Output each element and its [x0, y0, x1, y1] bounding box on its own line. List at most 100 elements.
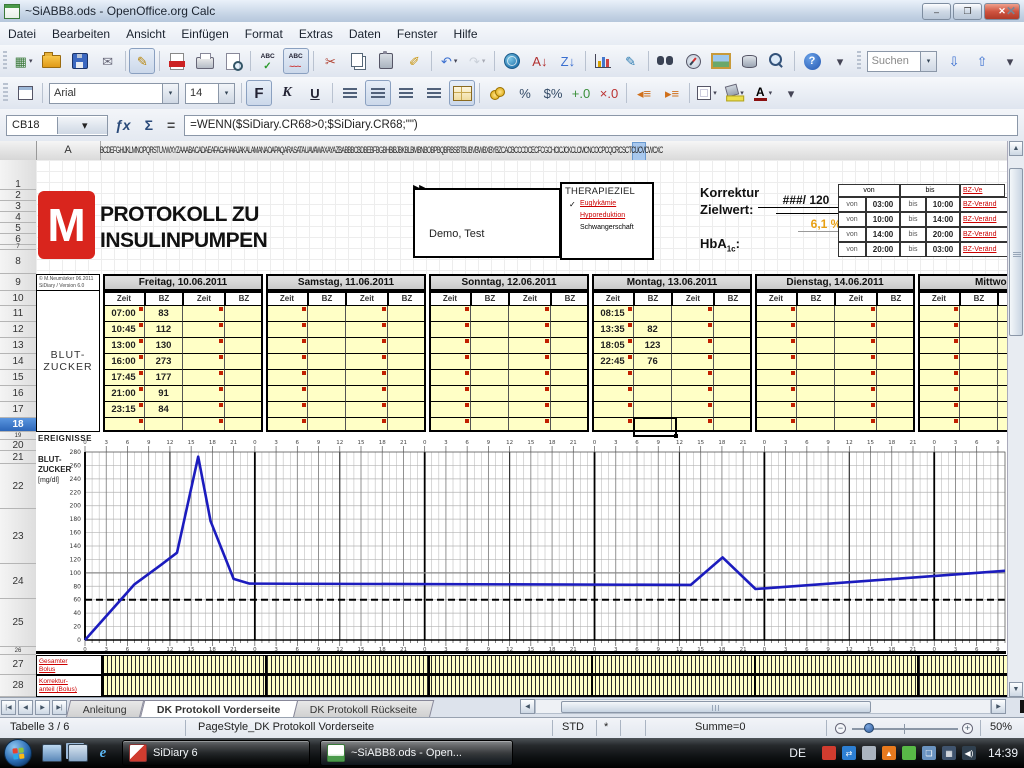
document-close-icon[interactable]: ✕	[1006, 4, 1016, 18]
increase-indent-icon[interactable]: ▸≡	[659, 80, 685, 106]
bz-cell[interactable]	[308, 370, 346, 386]
language-indicator[interactable]: DE	[789, 746, 806, 760]
bz-cell[interactable]	[960, 354, 998, 370]
zeit-cell[interactable]	[346, 322, 388, 338]
tab-nav-last-icon[interactable]: ▶|	[52, 700, 67, 715]
zeit-cell[interactable]	[918, 386, 960, 402]
bz-cell[interactable]	[471, 418, 509, 432]
zeit-cell[interactable]	[755, 306, 797, 322]
zeit-cell[interactable]	[755, 370, 797, 386]
bz-cell[interactable]	[797, 402, 835, 418]
tab-nav-prev-icon[interactable]: ◀	[18, 700, 33, 715]
zeit-cell[interactable]	[509, 418, 551, 432]
zeit-cell[interactable]	[755, 402, 797, 418]
row-header-17[interactable]: 17	[0, 402, 36, 418]
zoom-in-icon[interactable]: +	[962, 723, 973, 734]
bz-cell[interactable]	[797, 338, 835, 354]
borders-icon[interactable]: ▾	[694, 80, 720, 106]
zeit-cell[interactable]: 10:45	[103, 322, 145, 338]
times-cell-r3-c3[interactable]: bis	[900, 227, 926, 242]
sheet-content[interactable]: MPROTOKOLL ZUINSULINPUMPEN▶▶Demo, TestTH…	[36, 160, 1008, 697]
zeit-cell[interactable]	[346, 386, 388, 402]
row-header-25[interactable]: 25	[0, 599, 36, 647]
bz-cell[interactable]	[308, 322, 346, 338]
zeit-cell[interactable]: 13:00	[103, 338, 145, 354]
zeit-cell[interactable]	[183, 386, 225, 402]
row-header-8[interactable]: 8	[0, 250, 36, 274]
zeit-cell[interactable]	[672, 338, 714, 354]
zeit-cell[interactable]	[592, 370, 634, 386]
zeit-cell[interactable]: 13:35	[592, 322, 634, 338]
document-tray-icon[interactable]	[862, 746, 876, 760]
bz-cell[interactable]	[388, 322, 426, 338]
stacked-windows-tray-icon[interactable]: ❏	[922, 746, 936, 760]
open-icon[interactable]	[39, 48, 65, 74]
bz-cell[interactable]	[388, 386, 426, 402]
add-decimal-icon[interactable]: +.0	[568, 80, 594, 106]
menu-item-bearbeiten[interactable]: Bearbeiten	[44, 24, 118, 44]
times-cell-r2-c5[interactable]: BZ-Veränd	[960, 212, 1008, 227]
gallery-icon[interactable]	[708, 48, 734, 74]
row-header-23[interactable]: 23	[0, 509, 36, 564]
email-icon[interactable]: ✉	[95, 48, 121, 74]
zeit-cell[interactable]	[918, 306, 960, 322]
redo-icon[interactable]: ↷▾	[464, 48, 490, 74]
background-color-icon[interactable]: ▾	[722, 80, 748, 106]
bz-cell[interactable]	[471, 306, 509, 322]
therapy-item-2[interactable]: Hyporeduktion	[580, 212, 625, 222]
row-header-21[interactable]: 21	[0, 451, 36, 464]
bz-cell[interactable]: 123	[634, 338, 672, 354]
zeit-cell[interactable]	[346, 338, 388, 354]
bz-cell[interactable]	[797, 386, 835, 402]
bz-cell[interactable]	[388, 354, 426, 370]
name-box-dropdown-icon[interactable]: ▾	[57, 117, 108, 134]
zeit-cell[interactable]	[183, 306, 225, 322]
zeit-cell[interactable]	[509, 370, 551, 386]
bz-cell[interactable]	[551, 370, 589, 386]
bz-cell[interactable]	[551, 418, 589, 432]
hyperlink-icon[interactable]	[499, 48, 525, 74]
toolbar-grip[interactable]	[857, 51, 861, 71]
zeit-cell[interactable]	[509, 354, 551, 370]
zeit-cell[interactable]	[755, 322, 797, 338]
taskbar-button-calc[interactable]: ~SiABB8.ods - Open...	[320, 740, 513, 766]
split-handle[interactable]	[1020, 700, 1024, 713]
bz-cell[interactable]	[960, 306, 998, 322]
bz-cell[interactable]	[797, 354, 835, 370]
zeit-cell[interactable]	[346, 354, 388, 370]
spellcheck-icon[interactable]	[255, 48, 281, 74]
times-cell-r1-c1[interactable]: von	[838, 197, 866, 212]
bz-cell[interactable]	[471, 338, 509, 354]
page-preview-icon[interactable]	[220, 48, 246, 74]
tab-nav-first-icon[interactable]: |◀	[1, 700, 16, 715]
start-button[interactable]	[4, 739, 32, 767]
bz-cell[interactable]: 76	[634, 354, 672, 370]
zeit-cell[interactable]	[755, 354, 797, 370]
copy-icon[interactable]	[345, 48, 371, 74]
bz-cell[interactable]	[634, 386, 672, 402]
bz-cell[interactable]: 177	[145, 370, 183, 386]
bz-cell[interactable]	[308, 402, 346, 418]
name-box[interactable]: CB18 ▾	[6, 115, 108, 136]
borders-icon-dropdown-icon[interactable]: ▾	[713, 89, 717, 97]
times-cell-r2-c1[interactable]: von	[838, 212, 866, 227]
volume-tray-icon[interactable]: ◀)	[962, 746, 976, 760]
times-cell-r1-c3[interactable]: bis	[900, 197, 926, 212]
toolbar2-options-icon[interactable]: ▾	[778, 80, 804, 106]
bz-cell[interactable]	[797, 370, 835, 386]
zeit-cell[interactable]	[346, 306, 388, 322]
zeit-cell[interactable]	[183, 322, 225, 338]
zeit-cell[interactable]	[183, 354, 225, 370]
edit-file-icon[interactable]: ✎	[129, 48, 155, 74]
toolbar-grip[interactable]	[3, 83, 8, 103]
toolbar-grip[interactable]	[3, 51, 7, 71]
menu-item-datei[interactable]: Datei	[0, 24, 44, 44]
help-icon[interactable]: ?	[799, 48, 825, 74]
bz-cell[interactable]	[471, 322, 509, 338]
zeit-cell[interactable]	[918, 322, 960, 338]
patient-box[interactable]: Demo, Test	[413, 188, 561, 258]
row-header-4[interactable]: 4	[0, 212, 36, 223]
insert-mode[interactable]: STD	[562, 721, 584, 733]
bz-cell[interactable]	[551, 306, 589, 322]
bz-cell[interactable]	[714, 370, 752, 386]
